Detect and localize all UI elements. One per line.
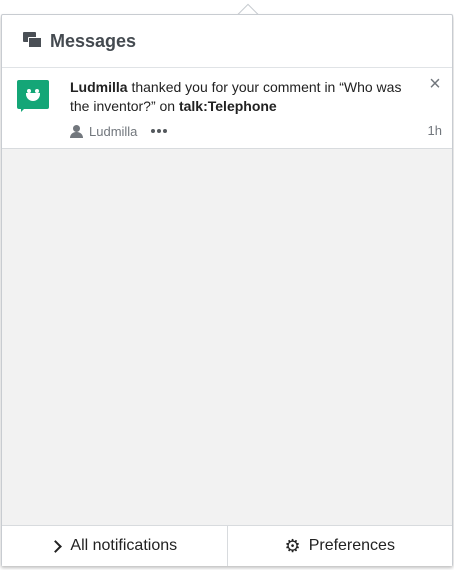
notifications-popup: Messages Ludmilla thanked you for your c… xyxy=(1,14,453,566)
chevron-right-icon xyxy=(49,539,63,553)
messages-icon xyxy=(23,32,43,50)
preferences-button[interactable]: ⚙ Preferences xyxy=(226,526,453,566)
notification-item[interactable]: Ludmilla thanked you for your comment in… xyxy=(2,68,452,149)
notification-message: Ludmilla thanked you for your comment in… xyxy=(70,78,420,116)
notification-actor: Ludmilla xyxy=(70,79,128,95)
popup-header: Messages xyxy=(2,15,452,68)
notification-meta: Ludmilla xyxy=(70,123,168,139)
empty-list-area xyxy=(2,149,452,525)
more-actions-icon[interactable] xyxy=(151,129,168,133)
notification-timestamp: 1h xyxy=(427,123,442,138)
gear-icon: ⚙ xyxy=(284,536,301,556)
user-icon xyxy=(70,124,83,138)
close-icon[interactable]: × xyxy=(427,74,443,94)
all-notifications-label: All notifications xyxy=(70,537,178,554)
popup-title: Messages xyxy=(50,30,137,51)
popup-footer: All notifications ⚙ Preferences xyxy=(2,525,452,566)
notification-page-link[interactable]: talk:Telephone xyxy=(179,98,277,114)
all-notifications-button[interactable]: All notifications xyxy=(2,526,227,566)
preferences-label: Preferences xyxy=(308,537,395,554)
notification-meta-user[interactable]: Ludmilla xyxy=(89,124,137,139)
thanks-icon xyxy=(17,80,49,112)
